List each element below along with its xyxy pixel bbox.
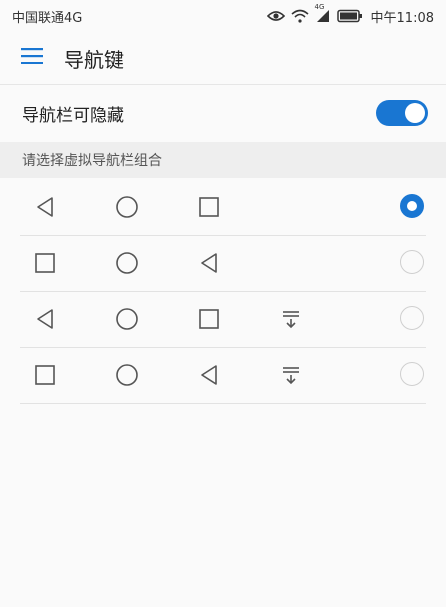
- back-triangle-icon: [196, 250, 222, 276]
- switch-knob: [405, 103, 425, 123]
- hide-nav-bar-row[interactable]: 导航栏可隐藏: [0, 86, 446, 140]
- nav-option-1-radio[interactable]: [400, 194, 424, 218]
- recents-square-icon: [32, 362, 58, 388]
- signal-icon: 4G: [315, 3, 331, 23]
- carrier-label: 中国联通4G: [12, 10, 83, 26]
- nav-option-2-radio[interactable]: [400, 250, 424, 274]
- recents-square-icon: [196, 194, 222, 220]
- eye-icon: [266, 10, 285, 22]
- nav-option-2[interactable]: [20, 236, 426, 292]
- hamburger-menu-icon: [21, 48, 43, 68]
- nav-option-1[interactable]: [20, 180, 426, 236]
- wifi-icon: [291, 9, 309, 23]
- hide-nav-bar-label: 导航栏可隐藏: [22, 105, 124, 126]
- menu-button[interactable]: [0, 32, 64, 84]
- home-circle-icon: [114, 194, 140, 220]
- nav-combination-list: [0, 180, 446, 404]
- clock: 中午11:08: [370, 10, 434, 26]
- home-circle-icon: [114, 250, 140, 276]
- nav-option-3[interactable]: [20, 292, 426, 348]
- status-bar: 中国联通4G 4G 中午11:08: [0, 0, 446, 32]
- hide-nav-bar-switch[interactable]: [376, 100, 428, 126]
- back-triangle-icon: [196, 362, 222, 388]
- app-bar: 导航键: [0, 32, 446, 85]
- nav-option-4-radio[interactable]: [400, 362, 424, 386]
- battery-icon: [336, 9, 363, 23]
- nav-option-3-radio[interactable]: [400, 306, 424, 330]
- status-right: 4G 中午11:08: [266, 3, 434, 26]
- back-triangle-icon: [32, 194, 58, 220]
- home-circle-icon: [114, 306, 140, 332]
- recents-square-icon: [32, 250, 58, 276]
- section-header: 请选择虚拟导航栏组合: [0, 142, 446, 178]
- page-title: 导航键: [64, 47, 124, 72]
- back-triangle-icon: [32, 306, 58, 332]
- recents-square-icon: [196, 306, 222, 332]
- notification-pulldown-icon: [278, 306, 304, 332]
- nav-option-4[interactable]: [20, 348, 426, 404]
- network-badge: 4G: [314, 3, 325, 11]
- home-circle-icon: [114, 362, 140, 388]
- notification-pulldown-icon: [278, 362, 304, 388]
- status-icons: 4G: [266, 3, 363, 23]
